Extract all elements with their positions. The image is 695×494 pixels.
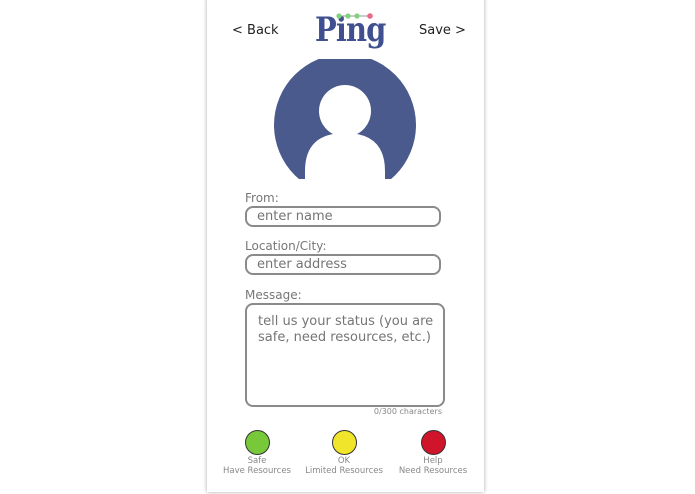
status-safe-subtitle: Have Resources (223, 466, 291, 476)
status-ok-subtitle: Limited Resources (305, 466, 383, 476)
location-address-input[interactable] (245, 254, 441, 275)
status-help-dot[interactable] (420, 430, 446, 455)
status-help-subtitle: Need Resources (398, 466, 468, 476)
save-button[interactable]: Save > (419, 23, 466, 38)
location-label: Location/City: (245, 239, 327, 253)
message-label: Message: (245, 288, 302, 302)
status-safe[interactable]: Safe Have Resources (217, 430, 297, 476)
status-help[interactable]: Help Need Resources (393, 430, 473, 476)
status-safe-title: Safe (247, 456, 267, 466)
from-label: From: (245, 191, 279, 205)
avatar[interactable] (274, 54, 416, 201)
status-ok-dot[interactable] (331, 430, 357, 455)
logo-dots-icon (336, 13, 373, 19)
status-ok[interactable]: OK Limited Resources (304, 430, 384, 476)
status-safe-dot[interactable] (244, 430, 270, 455)
back-button[interactable]: < Back (232, 23, 279, 38)
status-ok-title: OK (337, 456, 351, 466)
message-textarea[interactable] (245, 303, 445, 407)
character-counter: 0/300 characters (373, 407, 442, 416)
status-help-title: Help (423, 456, 443, 466)
phone-screen: < Back Ping Save > From: Location (207, 0, 484, 492)
avatar-placeholder-icon (274, 54, 416, 201)
from-name-input[interactable] (245, 206, 441, 227)
ping-logo: Ping (315, 8, 386, 50)
